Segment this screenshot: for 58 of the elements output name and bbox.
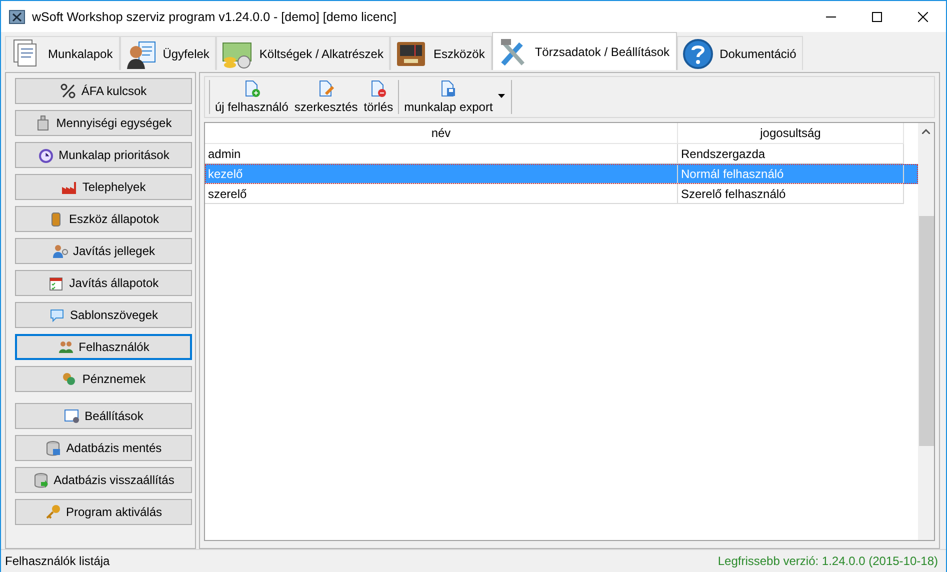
status-text: Felhasználók listája [5,554,110,568]
table-cell: kezelő [205,164,678,184]
sidebar-button[interactable]: Javítás állapotok [15,270,192,296]
table-row[interactable]: szerelő Szerelő felhasználó [205,184,918,204]
tab[interactable]: Költségek / Alkatrészek [216,36,390,70]
sidebar-button[interactable]: Adatbázis mentés [15,435,192,461]
tab[interactable]: Ügyfelek [120,36,216,70]
speech-bubble-icon [48,307,65,323]
document-plus-icon [244,80,260,97]
percent-icon [60,83,76,99]
close-button[interactable] [918,12,928,22]
sidebar-button[interactable]: Program aktiválás [15,499,192,525]
sidebar-button[interactable]: Adatbázis visszaállítás [15,467,192,493]
key-icon [44,504,61,520]
caret-icon [498,94,505,98]
sidebar-button[interactable]: Felhasználók [15,334,192,360]
users-icon [58,339,74,355]
sidebar-button[interactable]: Beállítások [15,403,192,429]
column-header[interactable]: név [205,123,678,144]
sidebar-button[interactable]: Sablonszövegek [15,302,192,328]
scrollbar-thumb[interactable] [918,216,934,446]
sidebar-button[interactable]: Mennyiségi egységek [15,110,192,136]
tab[interactable]: Törzsadatok / Beállítások [492,32,677,70]
toolbar-button[interactable]: szerkesztés [291,77,361,117]
scroll-up-icon[interactable] [922,129,930,134]
tab[interactable]: Eszközök [390,36,492,70]
weight-icon [35,115,52,131]
toolbar-button[interactable]: új felhasználó [212,77,292,117]
coins-icon [61,371,78,387]
table-cell: szerelő [205,184,678,204]
user-gear-icon [52,243,68,259]
sidebar-button[interactable]: Telephelyek [15,174,192,200]
document-save-icon [440,80,456,97]
sidebar-button[interactable]: ÁFA kulcsok [15,78,192,104]
toolbar-button[interactable]: munkalap export [401,77,509,117]
calendar-icon [48,275,64,291]
scrollbar[interactable] [918,123,934,540]
document-pencil-icon [318,80,334,97]
clock-icon [38,147,54,163]
tab[interactable]: Dokumentáció [676,36,804,70]
version-text: Legfrissebb verzió: 1.24.0.0 (2015-10-18) [718,554,938,568]
maximize-button[interactable] [872,12,882,22]
factory-icon [61,179,78,195]
document-minus-icon [370,80,386,97]
sidebar-button[interactable]: Munkalap prioritások [15,142,192,168]
help-icon [682,38,714,70]
database-arrow-icon [32,472,49,488]
app-icon [9,10,25,24]
tab[interactable]: Munkalapok [5,36,120,70]
window-title: wSoft Workshop szerviz program v1.24.0.0 - [demo] [demo licenc] [32,10,397,24]
table-cell: Szerelő felhasználó [678,184,904,204]
column-header[interactable]: jogosultság [678,123,904,144]
sidebar-button[interactable]: Pénznemek [15,366,192,392]
database-save-icon [45,440,62,456]
toolbar-button[interactable]: törlés [360,77,396,117]
sidebar-button[interactable]: Eszköz állapotok [15,206,192,232]
table-cell: Normál felhasználó [678,164,904,184]
sidebar-button[interactable]: Javítás jellegek [15,238,192,264]
